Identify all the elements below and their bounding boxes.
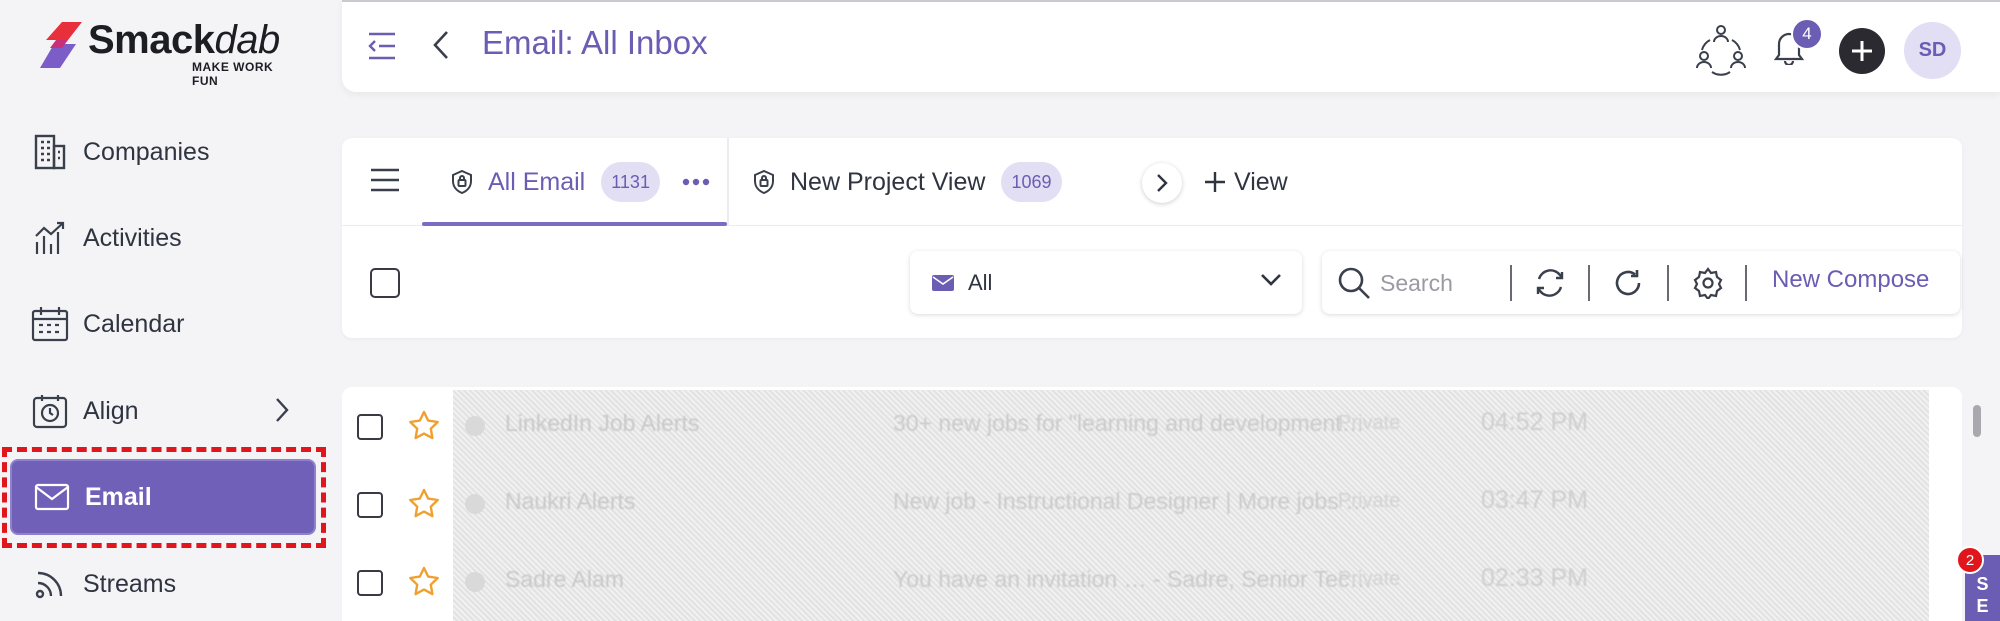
refresh-icon[interactable] — [1612, 267, 1644, 299]
hamburger-menu-icon[interactable] — [370, 167, 400, 193]
email-sender: LinkedIn Job Alerts — [505, 410, 700, 436]
sidebar-item-companies[interactable]: Companies — [10, 114, 316, 190]
tab-count-badge: 1069 — [1001, 162, 1062, 202]
mail-filled-icon — [932, 274, 954, 291]
sidebar-item-email[interactable]: Email — [10, 459, 316, 535]
brand-tagline: MAKE WORK FUN — [192, 60, 274, 88]
smackdab-logo-icon — [40, 22, 82, 68]
building-icon — [30, 132, 70, 172]
list-scrollbar[interactable] — [1973, 405, 1981, 437]
app-logo[interactable]: Smackdab MAKE WORK FUN — [38, 18, 298, 88]
mail-icon — [32, 477, 72, 517]
row-checkbox[interactable] — [357, 570, 383, 596]
notification-count-badge: 4 — [1791, 18, 1823, 50]
stream-icon — [30, 564, 70, 604]
sidebar-item-align[interactable]: Align — [10, 373, 316, 449]
divider — [1510, 265, 1512, 301]
blurred-email-content: LinkedIn Job Alerts 30+ new jobs for "le… — [453, 390, 1929, 621]
shield-lock-icon — [754, 169, 774, 195]
widget-letter: S — [1976, 574, 1989, 594]
more-dots-icon[interactable] — [682, 178, 710, 186]
collapse-menu-icon[interactable] — [367, 30, 397, 62]
list-item[interactable]: LinkedIn Job Alerts 30+ new jobs for "le… — [453, 390, 1929, 468]
visibility-label: Private — [1338, 568, 1401, 590]
row-checkbox[interactable] — [357, 492, 383, 518]
plus-icon — [1205, 172, 1225, 192]
email-subject: You have an invitation … - Sadre, Senior… — [893, 566, 1373, 592]
brand-name-italic: dab — [214, 18, 280, 62]
star-icon[interactable] — [408, 410, 440, 442]
calendar-icon — [30, 304, 70, 344]
add-view-button[interactable]: View — [1204, 162, 1288, 202]
email-subject: New job - Instructional Designer | More … — [893, 488, 1369, 514]
list-item[interactable]: Naukri Alerts New job - Instructional De… — [453, 468, 1929, 546]
sender-avatar — [465, 494, 485, 514]
email-time: 03:47 PM — [1481, 486, 1589, 514]
shield-lock-icon — [452, 169, 472, 195]
page-title: Email: All Inbox — [482, 24, 708, 61]
plus-icon — [1852, 41, 1872, 61]
top-header: Email: All Inbox 4 SD — [342, 0, 2000, 92]
sender-avatar — [465, 572, 485, 592]
views-panel: All Email 1131 New Project View 1069 Vie… — [342, 138, 1962, 338]
tab-label: New Project View — [790, 167, 986, 196]
brand-name-bold: Smack — [88, 18, 215, 62]
email-sender: Sadre Alam — [505, 566, 624, 592]
sidebar-item-label: Companies — [83, 137, 210, 166]
visibility-label: Private — [1338, 490, 1401, 512]
team-network-icon[interactable] — [1696, 24, 1746, 76]
divider — [1588, 265, 1590, 301]
email-toolbar: All New Compose — [342, 226, 1962, 338]
sidebar-item-streams[interactable]: Streams — [10, 546, 316, 621]
sender-avatar — [465, 416, 485, 436]
tab-label: All Email — [488, 167, 586, 196]
email-actions-bar: New Compose — [1322, 251, 1960, 314]
widget-letter: E — [1976, 596, 1989, 616]
widget-count-badge: 2 — [1956, 546, 1984, 574]
chevron-down-icon — [1261, 274, 1281, 286]
filter-value: All — [968, 269, 993, 295]
chevron-right-icon — [1157, 174, 1168, 192]
sidebar-item-label: Calendar — [83, 309, 185, 338]
email-time: 02:33 PM — [1481, 564, 1589, 592]
new-compose-button[interactable]: New Compose — [1772, 266, 1929, 294]
user-avatar[interactable]: SD — [1904, 22, 1961, 79]
select-all-checkbox[interactable] — [370, 268, 400, 298]
sidebar-item-label: Email — [85, 482, 152, 511]
sidebar-item-calendar[interactable]: Calendar — [10, 286, 316, 362]
clock-calendar-icon — [30, 391, 70, 431]
sidebar-item-activities[interactable]: Activities — [10, 200, 316, 276]
quick-add-button[interactable] — [1839, 28, 1885, 74]
star-icon[interactable] — [408, 566, 440, 598]
mailbox-filter-dropdown[interactable]: All — [910, 251, 1302, 314]
activities-chart-icon — [30, 218, 70, 258]
search-icon — [1338, 267, 1370, 299]
list-item[interactable]: Sadre Alam You have an invitation … - Sa… — [453, 546, 1929, 621]
divider — [1745, 265, 1747, 301]
back-arrow-icon[interactable] — [432, 30, 450, 60]
tab-all-email[interactable]: All Email 1131 — [422, 138, 729, 226]
sidebar-item-label: Streams — [83, 569, 177, 598]
email-list: LinkedIn Job Alerts 30+ new jobs for "le… — [342, 387, 1981, 621]
sidebar-item-label: Align — [83, 396, 139, 425]
divider — [1667, 265, 1669, 301]
email-subject: 30+ new jobs for "learning and developme… — [893, 410, 1365, 436]
row-checkbox[interactable] — [357, 414, 383, 440]
search-input[interactable] — [1380, 263, 1500, 303]
add-view-label: View — [1234, 167, 1288, 196]
tab-new-project-view[interactable]: New Project View 1069 — [752, 138, 1062, 226]
email-sender: Naukri Alerts — [505, 488, 636, 514]
visibility-label: Private — [1338, 412, 1401, 434]
tabs-scroll-right-button[interactable] — [1142, 163, 1182, 203]
sidebar: Smackdab MAKE WORK FUN Companies Activit… — [0, 0, 342, 621]
tab-count-badge: 1131 — [601, 162, 660, 202]
star-icon[interactable] — [408, 488, 440, 520]
email-time: 04:52 PM — [1481, 408, 1589, 436]
view-tabs: All Email 1131 New Project View 1069 Vie… — [342, 138, 1962, 226]
chevron-right-icon[interactable] — [274, 397, 290, 423]
sync-icon[interactable] — [1534, 267, 1566, 299]
sidebar-item-label: Activities — [83, 223, 182, 252]
gear-icon[interactable] — [1692, 267, 1724, 299]
